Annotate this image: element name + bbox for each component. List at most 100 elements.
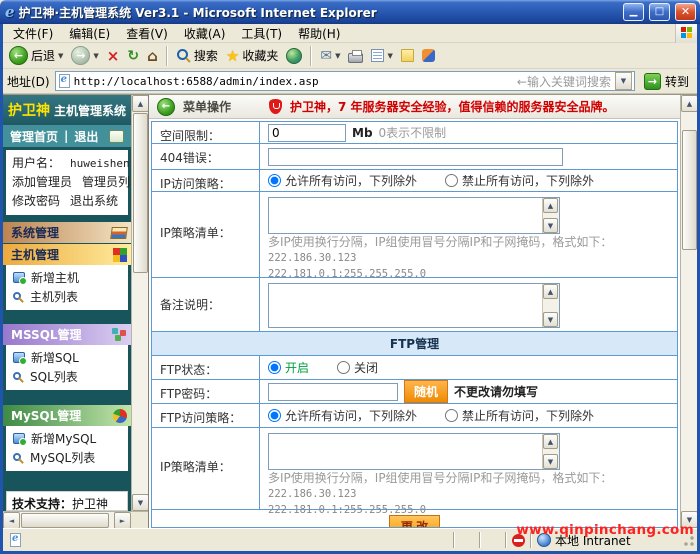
back-button[interactable]: ← 后退 ▼: [6, 45, 66, 66]
ftp-allow-radio[interactable]: [268, 409, 281, 422]
stop-button[interactable]: ×: [104, 46, 123, 66]
scroll-right-button[interactable]: ►: [114, 512, 131, 528]
search-button[interactable]: 搜索: [173, 46, 221, 65]
sidebar-horizontal-scrollbar[interactable]: ◄ ►: [3, 511, 148, 528]
favorites-button[interactable]: ★ 收藏夹: [223, 46, 281, 66]
scroll-down-button[interactable]: ▼: [132, 494, 148, 511]
history-button[interactable]: [283, 47, 305, 65]
main-frame: ← 菜单操作 护卫神，7 年服务器安全经验，值得信赖的服务器安全品牌。 空间限制…: [148, 95, 697, 528]
sidebar-item-new-mysql[interactable]: 新增MySQL: [13, 429, 128, 448]
ftp-off-option[interactable]: 关闭: [337, 359, 378, 376]
ip-deny-radio[interactable]: [445, 174, 459, 187]
support-label: 技术支持：: [12, 497, 73, 511]
scroll-down-button[interactable]: ▼: [543, 454, 558, 469]
menu-back-icon[interactable]: ←: [157, 97, 175, 116]
menu-edit[interactable]: 编辑(E): [61, 24, 118, 44]
scroll-down-button[interactable]: ▼: [543, 312, 558, 327]
scroll-track[interactable]: [132, 112, 148, 494]
close-button[interactable]: ✕: [675, 3, 696, 21]
scroll-thumb[interactable]: [682, 130, 697, 250]
sidebar-item-mysql-list[interactable]: MySQL列表: [13, 448, 128, 467]
ftp-password-input[interactable]: [268, 382, 398, 401]
menu-file[interactable]: 文件(F): [5, 24, 61, 44]
row-ftp-status: FTP状态： 开启 关闭: [152, 356, 677, 380]
nav-logout-link[interactable]: 退出: [74, 128, 98, 145]
notes-button[interactable]: [398, 48, 417, 63]
address-dropdown-button[interactable]: ▼: [614, 72, 632, 90]
ftp-deny-radio[interactable]: [445, 409, 459, 422]
mail-icon: ✉: [320, 47, 333, 64]
ftp-password-hint: 不更改请勿填写: [454, 385, 539, 399]
address-combo[interactable]: http://localhost:6588/admin/index.asp ←输…: [54, 71, 635, 91]
scroll-track[interactable]: [681, 112, 697, 511]
print-button[interactable]: [345, 48, 366, 64]
section-system-management[interactable]: 系统管理: [3, 222, 131, 243]
ftp-allow-option[interactable]: 允许所有访问，下列除外: [268, 407, 417, 424]
section-host-management[interactable]: 主机管理: [3, 244, 131, 265]
main-vertical-scrollbar[interactable]: ▲ ▼: [680, 95, 697, 528]
ip-deny-option[interactable]: 禁止所有访问，下列除外: [445, 172, 594, 189]
sidebar-vertical-scrollbar[interactable]: ▲ ▼: [131, 95, 148, 511]
ftp-off-radio[interactable]: [337, 361, 351, 374]
username-value: huweishen: [70, 157, 130, 170]
forward-dropdown-icon[interactable]: ▼: [93, 52, 98, 60]
nav-home-link[interactable]: 管理首页: [10, 128, 58, 145]
remark-textarea[interactable]: [269, 284, 542, 327]
ftp-on-option[interactable]: 开启: [268, 359, 309, 376]
mail-dropdown-icon[interactable]: ▼: [335, 52, 340, 60]
sidebar-item-host-list[interactable]: 主机列表: [13, 287, 128, 306]
ip-allow-option[interactable]: 允许所有访问，下列除外: [268, 172, 417, 189]
address-search-hint[interactable]: ←输入关键词搜索: [517, 73, 611, 90]
mail-button[interactable]: ✉ ▼: [317, 47, 343, 65]
ftp-on-radio[interactable]: [268, 361, 281, 374]
textarea-scrollbar[interactable]: ▲ ▼: [542, 434, 559, 469]
section-mysql-management[interactable]: MySQL管理: [3, 405, 131, 426]
random-password-button[interactable]: 随机: [404, 380, 449, 403]
ftp-deny-option[interactable]: 禁止所有访问，下列除外: [445, 407, 594, 424]
admin-list-link[interactable]: 管理员列表: [82, 173, 131, 192]
error404-input[interactable]: [268, 147, 563, 166]
maximize-button[interactable]: □: [649, 3, 670, 21]
scroll-up-button[interactable]: ▲: [543, 284, 558, 299]
ip-allow-radio[interactable]: [268, 174, 281, 187]
section-mssql-management[interactable]: MSSQL管理: [3, 324, 131, 345]
sidebar-item-new-host[interactable]: 新增主机: [13, 268, 128, 287]
sidebar-item-mssql-list[interactable]: SQL列表: [13, 367, 128, 386]
edit-dropdown-icon[interactable]: ▼: [387, 52, 392, 60]
scroll-thumb[interactable]: [21, 513, 109, 528]
address-url[interactable]: http://localhost:6588/admin/index.asp: [74, 75, 513, 88]
minimize-button[interactable]: ▁: [623, 3, 644, 21]
ftp-ip-list-textarea[interactable]: [269, 434, 542, 469]
change-password-link[interactable]: 修改密码: [12, 192, 60, 211]
menu-favorites[interactable]: 收藏(A): [176, 24, 234, 44]
space-limit-input[interactable]: [268, 123, 346, 142]
sidebar-item-new-mssql[interactable]: 新增SQL: [13, 348, 128, 367]
ip-list-textarea[interactable]: [269, 198, 542, 233]
textarea-scrollbar[interactable]: ▲ ▼: [542, 284, 559, 327]
scroll-thumb[interactable]: [133, 113, 148, 273]
scroll-down-button[interactable]: ▼: [543, 218, 558, 233]
scroll-track[interactable]: [20, 512, 114, 528]
edit-button[interactable]: ▼: [368, 48, 395, 63]
logout-system-link[interactable]: 退出系统: [70, 192, 118, 211]
scroll-up-button[interactable]: ▲: [543, 198, 558, 213]
submit-button[interactable]: 更 改: [388, 515, 441, 527]
add-admin-link[interactable]: 添加管理员: [12, 173, 72, 192]
refresh-button[interactable]: ↻: [124, 47, 142, 65]
messenger-button[interactable]: [419, 48, 438, 63]
menu-view[interactable]: 查看(V): [118, 24, 176, 44]
back-dropdown-icon[interactable]: ▼: [58, 52, 63, 60]
scroll-up-button[interactable]: ▲: [681, 95, 697, 112]
forward-icon: →: [71, 46, 91, 65]
scroll-left-button[interactable]: ◄: [3, 512, 20, 528]
textarea-scrollbar[interactable]: ▲ ▼: [542, 198, 559, 233]
scroll-up-button[interactable]: ▲: [543, 434, 558, 449]
status-divider: [453, 532, 455, 548]
menu-help[interactable]: 帮助(H): [290, 24, 348, 44]
go-button[interactable]: → 转到: [640, 72, 693, 90]
scroll-up-button[interactable]: ▲: [132, 95, 148, 112]
forward-button[interactable]: → ▼: [68, 45, 101, 66]
promo-text: 护卫神，7 年服务器安全经验，值得信赖的服务器安全品牌。: [290, 100, 615, 114]
home-button[interactable]: ⌂: [144, 46, 161, 66]
menu-tools[interactable]: 工具(T): [233, 24, 290, 44]
